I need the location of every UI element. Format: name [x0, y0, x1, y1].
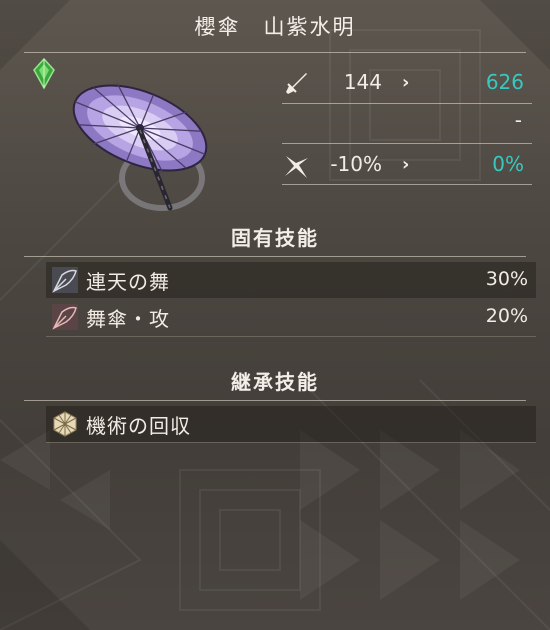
attack-base-value: 144	[343, 70, 382, 94]
section-divider	[46, 442, 536, 443]
skill-name: 連天の舞	[86, 269, 170, 294]
hemp-leaf-emblem-icon	[53, 411, 77, 437]
skill-value: 30%	[485, 268, 528, 290]
skill-row[interactable]: 連天の舞 30%	[46, 262, 536, 298]
item-title: 櫻傘 山紫水明	[194, 15, 356, 39]
skill-row[interactable]: 機術の回収	[46, 406, 536, 442]
skill-name: 機術の回収	[86, 413, 191, 438]
stat-divider	[282, 184, 532, 185]
green-gem-icon	[33, 58, 55, 90]
skill-row[interactable]: 舞傘・攻 20%	[46, 299, 536, 335]
attack-new-value: 626	[485, 70, 524, 94]
item-detail-panel: 櫻傘 山紫水明 144 › 626 - -10% › 0% 固有技能 連天の舞 …	[0, 0, 550, 630]
critical-arrow: ›	[402, 154, 410, 175]
empty-stat-value: -	[514, 108, 522, 132]
sword-icon	[286, 73, 307, 94]
inherit-skills-heading: 継承技能	[231, 370, 319, 394]
attack-arrow: ›	[402, 72, 410, 93]
unique-skills-heading: 固有技能	[231, 226, 319, 250]
title-divider	[24, 52, 526, 53]
section-divider	[24, 256, 526, 257]
critical-spark-icon	[285, 156, 308, 178]
umbrella-skill-icon	[52, 304, 78, 330]
skill-name: 舞傘・攻	[86, 306, 170, 331]
empty-stat-row: -	[278, 104, 532, 144]
critical-stat-row: -10% › 0%	[278, 146, 532, 186]
critical-new-value: 0%	[492, 152, 524, 176]
section-divider	[46, 336, 536, 337]
purple-umbrella-icon	[72, 82, 208, 211]
skill-value: 20%	[485, 305, 528, 327]
umbrella-skill-icon	[52, 267, 78, 293]
stat-divider	[282, 143, 532, 144]
attack-stat-row: 144 › 626	[278, 64, 532, 104]
critical-base-value: -10%	[330, 152, 382, 176]
section-divider	[24, 400, 526, 401]
